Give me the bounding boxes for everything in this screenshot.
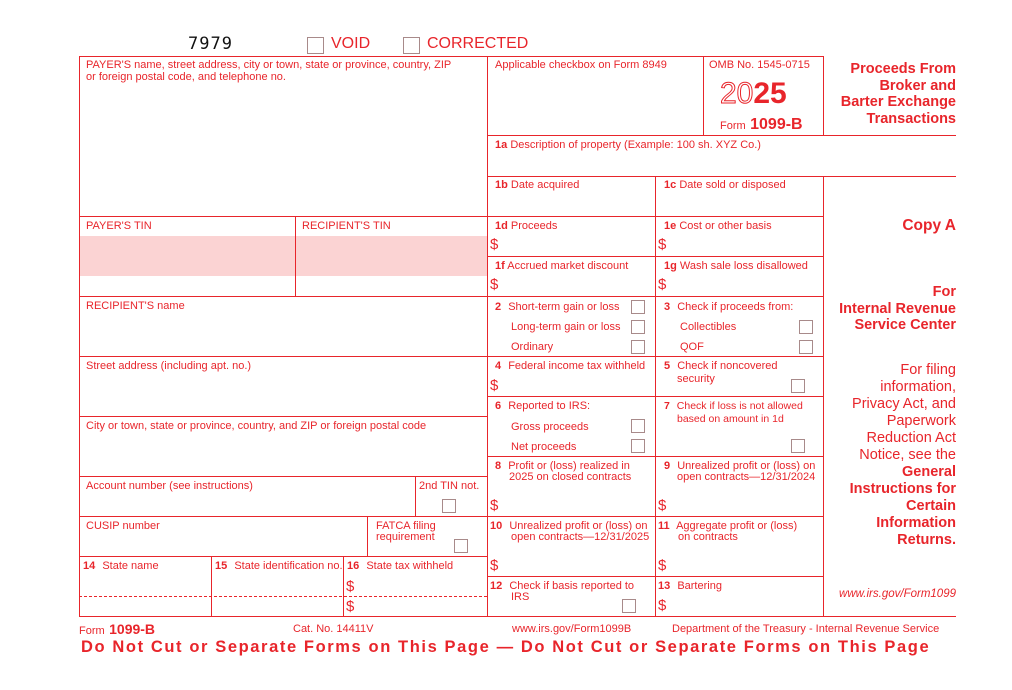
ordinary-label: Ordinary (511, 341, 554, 353)
box-1d-label: 1d Proceeds (495, 220, 558, 232)
basis-reported-checkbox[interactable] (622, 599, 636, 613)
city-label: City or town, state or province, country… (86, 420, 427, 432)
cusip-label: CUSIP number (86, 520, 160, 532)
second-tin-checkbox[interactable] (442, 499, 456, 513)
box-10-label-2: open contracts—12/31/2025 (511, 531, 650, 543)
box-6-label: 6 Reported to IRS: (495, 400, 591, 412)
box-1g-dollar: $ (658, 276, 667, 293)
footer-url[interactable]: www.irs.gov/Form1099B (512, 624, 631, 635)
collectibles-label: Collectibles (680, 321, 737, 333)
box-1g-label: 1g Wash sale loss disallowed (664, 260, 808, 272)
net-proceeds-label: Net proceeds (511, 441, 577, 453)
filing-info-block: For filing information, Privacy Act, and… (849, 362, 956, 549)
box-2-label: 2 Short-term gain or loss (495, 301, 620, 313)
box-1e-dollar: $ (658, 236, 667, 253)
box-9-dollar: $ (658, 497, 667, 514)
loss-not-allowed-checkbox[interactable] (791, 439, 805, 453)
box-1e-label: 1e Cost or other basis (664, 220, 772, 232)
copy-a-label: Copy A (902, 217, 956, 234)
box-11-dollar: $ (658, 557, 667, 574)
void-label: VOID (331, 35, 371, 52)
box-1c-label: 1c Date sold or disposed (664, 179, 786, 191)
box-10-dollar: $ (490, 557, 499, 574)
account-number-label: Account number (see instructions) (86, 480, 253, 492)
box-16-dollar-2: $ (346, 598, 355, 615)
payer-tin-label: PAYER'S TIN (86, 220, 152, 232)
box-4-dollar: $ (490, 377, 499, 394)
box-12-label-2: IRS (511, 591, 530, 603)
tax-year-outline: 20 (719, 77, 754, 110)
box-7-label-1: 7 Check if loss is not allowed (664, 400, 803, 412)
second-tin-label: 2nd TIN not. (419, 480, 480, 492)
box-1f-label: 1f Accrued market discount (495, 260, 629, 272)
footer-form-name: Form 1099-B (79, 621, 156, 637)
payer-name-label-1: PAYER'S name, street address, city or to… (86, 59, 452, 71)
street-address-label: Street address (including apt. no.) (86, 360, 252, 372)
box-3-label: 3 Check if proceeds from: (664, 301, 794, 313)
corrected-checkbox[interactable] (403, 37, 420, 54)
cat-number: Cat. No. 14411V (293, 623, 374, 635)
for-irs-block: For Internal Revenue Service Center (839, 284, 956, 333)
box-13-label: 13 Bartering (658, 580, 722, 592)
box-5-label-1: 5 Check if noncovered (664, 360, 778, 372)
box-14-label: 14 State name (83, 560, 159, 572)
form-title: Proceeds From Broker and Barter Exchange… (840, 61, 956, 127)
box-4-label: 4 Federal income tax withheld (495, 360, 646, 372)
recipient-tin-field[interactable] (296, 236, 487, 276)
qof-label: QOF (680, 341, 704, 353)
box-8-label-2: 2025 on closed contracts (509, 471, 632, 483)
box-7-label-2: based on amount in 1d (677, 413, 784, 425)
box-16-label: 16 State tax withheld (347, 560, 454, 572)
void-checkbox[interactable] (307, 37, 324, 54)
irs-url-sidebar[interactable]: www.irs.gov/Form1099 (839, 588, 956, 600)
form-code: 7979 (188, 34, 233, 54)
box-15-label: 15 State identification no. (215, 560, 343, 572)
qof-checkbox[interactable] (799, 340, 813, 354)
do-not-cut-warning: Do Not Cut or Separate Forms on This Pag… (81, 638, 931, 656)
long-term-checkbox[interactable] (631, 320, 645, 334)
noncovered-checkbox[interactable] (791, 379, 805, 393)
tax-year-bold: 25 (753, 77, 787, 110)
box-1f-dollar: $ (490, 276, 499, 293)
box-9-label-2: open contracts—12/31/2024 (677, 471, 816, 483)
treasury-dept: Department of the Treasury - Internal Re… (672, 623, 940, 635)
recipient-name-label: RECIPIENT'S name (86, 300, 185, 312)
tax-year: 2025 (719, 77, 787, 110)
payer-tin-field[interactable] (80, 236, 295, 276)
gross-proceeds-checkbox[interactable] (631, 419, 645, 433)
long-term-label: Long-term gain or loss (511, 321, 621, 333)
general-instructions-link[interactable]: General Instructions for Certain Informa… (850, 464, 956, 549)
ordinary-checkbox[interactable] (631, 340, 645, 354)
box-11-label-2: on contracts (678, 531, 738, 543)
short-term-checkbox[interactable] (631, 300, 645, 314)
box-5-label-2: security (677, 373, 715, 385)
net-proceeds-checkbox[interactable] (631, 439, 645, 453)
box-1b-label: 1b Date acquired (495, 179, 580, 191)
form-name-header: Form 1099-B (720, 116, 803, 133)
payer-name-label-2: or foreign postal code, and telephone no… (86, 71, 286, 83)
recipient-tin-label: RECIPIENT'S TIN (302, 220, 391, 232)
corrected-label: CORRECTED (427, 35, 529, 52)
box-1d-dollar: $ (490, 236, 499, 253)
fatca-checkbox[interactable] (454, 539, 468, 553)
form-8949-label: Applicable checkbox on Form 8949 (495, 59, 667, 71)
box-16-dollar-1: $ (346, 578, 355, 595)
box-13-dollar: $ (658, 597, 667, 614)
gross-proceeds-label: Gross proceeds (511, 421, 589, 433)
collectibles-checkbox[interactable] (799, 320, 813, 334)
box-1a-label: 1a Description of property (Example: 100… (495, 139, 761, 151)
omb-number: OMB No. 1545-0715 (709, 59, 810, 71)
box-8-dollar: $ (490, 497, 499, 514)
fatca-label-2: requirement (376, 531, 435, 543)
